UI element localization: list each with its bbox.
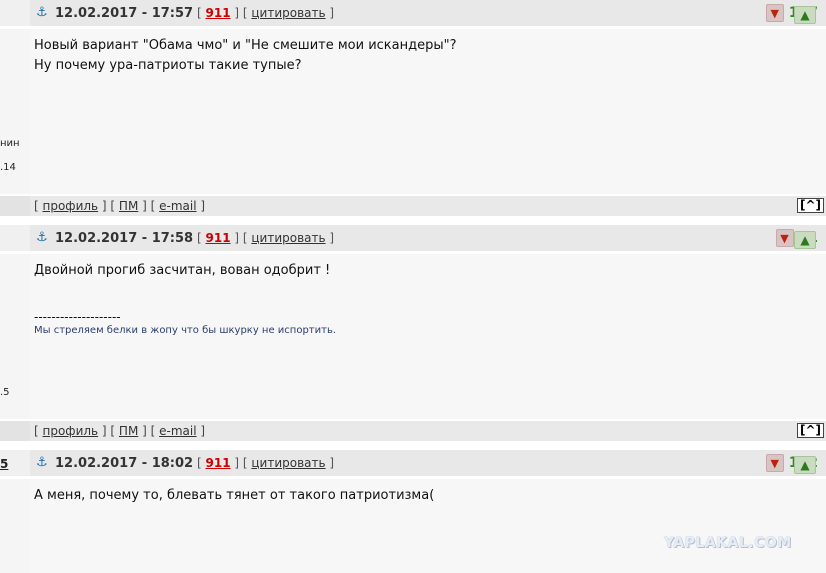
thumb-up-icon[interactable]: ▲ (794, 231, 816, 249)
post-date: 12.02.2017 - 17:58 (55, 231, 194, 246)
post-footer: [ профиль ] [ ПМ ] [ e-mail ] [^] (0, 421, 826, 441)
author-info-fragment: .14 (0, 162, 16, 173)
author-column (0, 0, 30, 26)
post-meta: [ 911 ] [ цитировать ] (197, 231, 335, 245)
thumb-down-icon[interactable]: ▼ (775, 229, 794, 247)
post-links: [ профиль ] [ ПМ ] [ e-mail ] (34, 199, 206, 213)
post-number-link[interactable]: 911 (206, 6, 231, 20)
pm-link[interactable]: ПМ (119, 424, 138, 438)
post-text-line: Новый вариант "Обама чмо" и "Не смешите … (34, 38, 457, 53)
post-header: 5 ⚓ 12.02.2017 - 18:02 [ 911 ] [ цитиров… (0, 450, 826, 476)
rating: ▼ 122 ▲ (765, 454, 818, 474)
email-link[interactable]: e-mail (159, 199, 196, 213)
anchor-icon[interactable]: ⚓ (36, 230, 48, 245)
post-links: [ профиль ] [ ПМ ] [ e-mail ] (34, 424, 206, 438)
watermark: YAPLAKAL.COM (664, 535, 792, 551)
quote-link[interactable]: цитировать (251, 6, 325, 20)
post-header: ⚓ 12.02.2017 - 17:57 [ 911 ] [ цитироват… (0, 0, 826, 26)
thumb-down-icon[interactable]: ▼ (765, 454, 784, 472)
post-number-link[interactable]: 911 (206, 231, 231, 245)
scroll-top-button[interactable]: [^] (796, 423, 824, 438)
post-body: нин .14 Новый вариант "Обама чмо" и "Не … (0, 29, 826, 194)
post-text-line: Двойной прогиб засчитан, вован одобрит ! (34, 263, 331, 278)
scroll-top-button[interactable]: [^] (796, 198, 824, 213)
post-date: 12.02.2017 - 18:02 (55, 456, 194, 471)
author-column: .5 (0, 254, 30, 419)
anchor-icon[interactable]: ⚓ (36, 5, 48, 20)
post-body: .5 Двойной прогиб засчитан, вован одобри… (0, 254, 826, 419)
author-column: 5 (0, 450, 30, 476)
quote-link[interactable]: цитировать (251, 456, 325, 470)
thumb-up-icon[interactable]: ▲ (794, 456, 816, 474)
post-header: ⚓ 12.02.2017 - 17:58 [ 911 ] [ цитироват… (0, 225, 826, 251)
profile-link[interactable]: профиль (43, 424, 99, 438)
signature-text: Мы стреляем белки в жопу что бы шкурку н… (34, 325, 337, 336)
post-text-line: А меня, почему то, блевать тянет от тако… (34, 488, 435, 503)
author-column (0, 479, 30, 573)
author-info-fragment[interactable]: 5 (0, 457, 8, 471)
post-text-line: Ну почему ура-патриоты такие тупые? (34, 58, 302, 73)
email-link[interactable]: e-mail (159, 424, 196, 438)
quote-link[interactable]: цитировать (251, 231, 325, 245)
pm-link[interactable]: ПМ (119, 199, 138, 213)
post-date: 12.02.2017 - 17:57 (55, 6, 194, 21)
post-meta: [ 911 ] [ цитировать ] (197, 456, 335, 470)
post-footer: [ профиль ] [ ПМ ] [ e-mail ] [^] (0, 196, 826, 216)
author-info-fragment: .5 (0, 387, 10, 398)
post-meta: [ 911 ] [ цитировать ] (197, 6, 335, 20)
thumb-down-icon[interactable]: ▼ (765, 4, 784, 22)
rating: ▼ 51 ▲ (775, 229, 818, 249)
author-column (0, 225, 30, 251)
signature-separator: -------------------- (34, 310, 121, 324)
anchor-icon[interactable]: ⚓ (36, 455, 48, 470)
author-info-fragment: нин (0, 138, 20, 149)
thumb-up-icon[interactable]: ▲ (794, 6, 816, 24)
post-body: А меня, почему то, блевать тянет от тако… (0, 479, 826, 573)
profile-link[interactable]: профиль (43, 199, 99, 213)
rating: ▼ 127 ▲ (765, 4, 818, 24)
post-number-link[interactable]: 911 (206, 456, 231, 470)
author-column: нин .14 (0, 29, 30, 194)
